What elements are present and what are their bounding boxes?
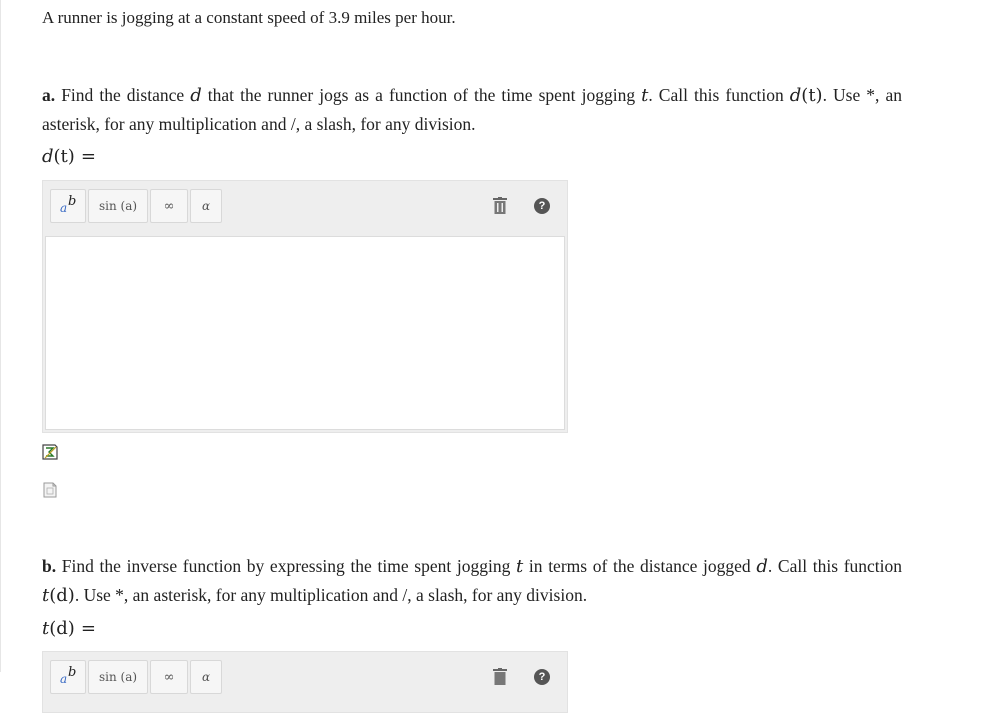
infinity-button[interactable]: ∞ xyxy=(150,660,188,694)
part-b-text-4: . Use *, an asterisk, for any multiplica… xyxy=(74,585,588,605)
clear-button[interactable] xyxy=(481,660,519,694)
part-a-math-editor: a b sin (a) ∞ α ? xyxy=(42,180,568,433)
part-a-function-label: d(t) = xyxy=(42,146,902,167)
exponent-icon: a b xyxy=(58,665,78,686)
part-b-label-arg: (d) xyxy=(49,618,75,639)
part-a-label-arg: (t) xyxy=(53,146,75,167)
exponent-power: b xyxy=(68,665,77,680)
exponent-power: b xyxy=(68,194,77,209)
exponent-icon: a b xyxy=(58,194,78,215)
part-a-letter: a. xyxy=(42,85,56,105)
exponent-button[interactable]: a b xyxy=(50,660,86,694)
document-icon[interactable] xyxy=(42,482,58,498)
trash-icon xyxy=(493,197,507,214)
greek-letters-button[interactable]: α xyxy=(190,189,222,223)
part-b-fn-arg: (d) xyxy=(49,585,75,606)
help-icon: ? xyxy=(534,198,550,214)
part-a-var-d: d xyxy=(190,85,202,106)
math-preview-icon[interactable] xyxy=(42,444,58,460)
infinity-button[interactable]: ∞ xyxy=(150,189,188,223)
part-a: a. Find the distance d that the runner j… xyxy=(42,81,902,167)
exponent-base: a xyxy=(60,672,68,686)
help-icon: ? xyxy=(534,669,550,685)
part-b-text-3: . Call this function xyxy=(767,556,903,576)
trig-functions-button[interactable]: sin (a) xyxy=(88,189,148,223)
clear-button[interactable] xyxy=(481,189,519,223)
help-button[interactable]: ? xyxy=(523,189,561,223)
page-left-rule xyxy=(0,0,1,672)
math-toolbar: a b sin (a) ∞ α ? xyxy=(43,652,567,704)
part-a-label-eq: = xyxy=(80,146,96,167)
part-a-text-2: that the runner jogs as a function of th… xyxy=(207,85,636,105)
part-b-question: b. Find the inverse function by expressi… xyxy=(42,552,902,610)
part-a-question: a. Find the distance d that the runner j… xyxy=(42,81,902,138)
part-a-label-fn: d xyxy=(42,146,54,167)
part-b-var-t: t xyxy=(516,556,524,577)
part-b-math-editor: a b sin (a) ∞ α ? xyxy=(42,651,568,713)
part-b-label-eq: = xyxy=(80,618,96,639)
part-a-text-1: Find the distance xyxy=(61,85,185,105)
problem-intro: A runner is jogging at a constant speed … xyxy=(42,8,456,27)
exponent-button[interactable]: a b xyxy=(50,189,86,223)
trig-functions-button[interactable]: sin (a) xyxy=(88,660,148,694)
help-button[interactable]: ? xyxy=(523,660,561,694)
exponent-base: a xyxy=(60,201,68,215)
trash-icon xyxy=(493,668,507,685)
math-toolbar: a b sin (a) ∞ α ? xyxy=(43,181,567,233)
part-b: b. Find the inverse function by expressi… xyxy=(42,552,902,639)
part-b-function-label: t(d) = xyxy=(42,618,902,639)
part-a-text-3: . Call this function xyxy=(648,85,784,105)
part-a-fn-arg: (t) xyxy=(801,85,823,106)
greek-letters-button[interactable]: α xyxy=(190,660,222,694)
part-b-text-2: in terms of the distance jogged xyxy=(528,556,751,576)
part-a-answer-input[interactable] xyxy=(45,236,565,430)
part-b-var-d: d xyxy=(756,556,768,577)
part-b-letter: b. xyxy=(42,556,57,576)
part-a-fn: d xyxy=(789,85,802,106)
part-b-text-1: Find the inverse function by expressing … xyxy=(61,556,511,576)
